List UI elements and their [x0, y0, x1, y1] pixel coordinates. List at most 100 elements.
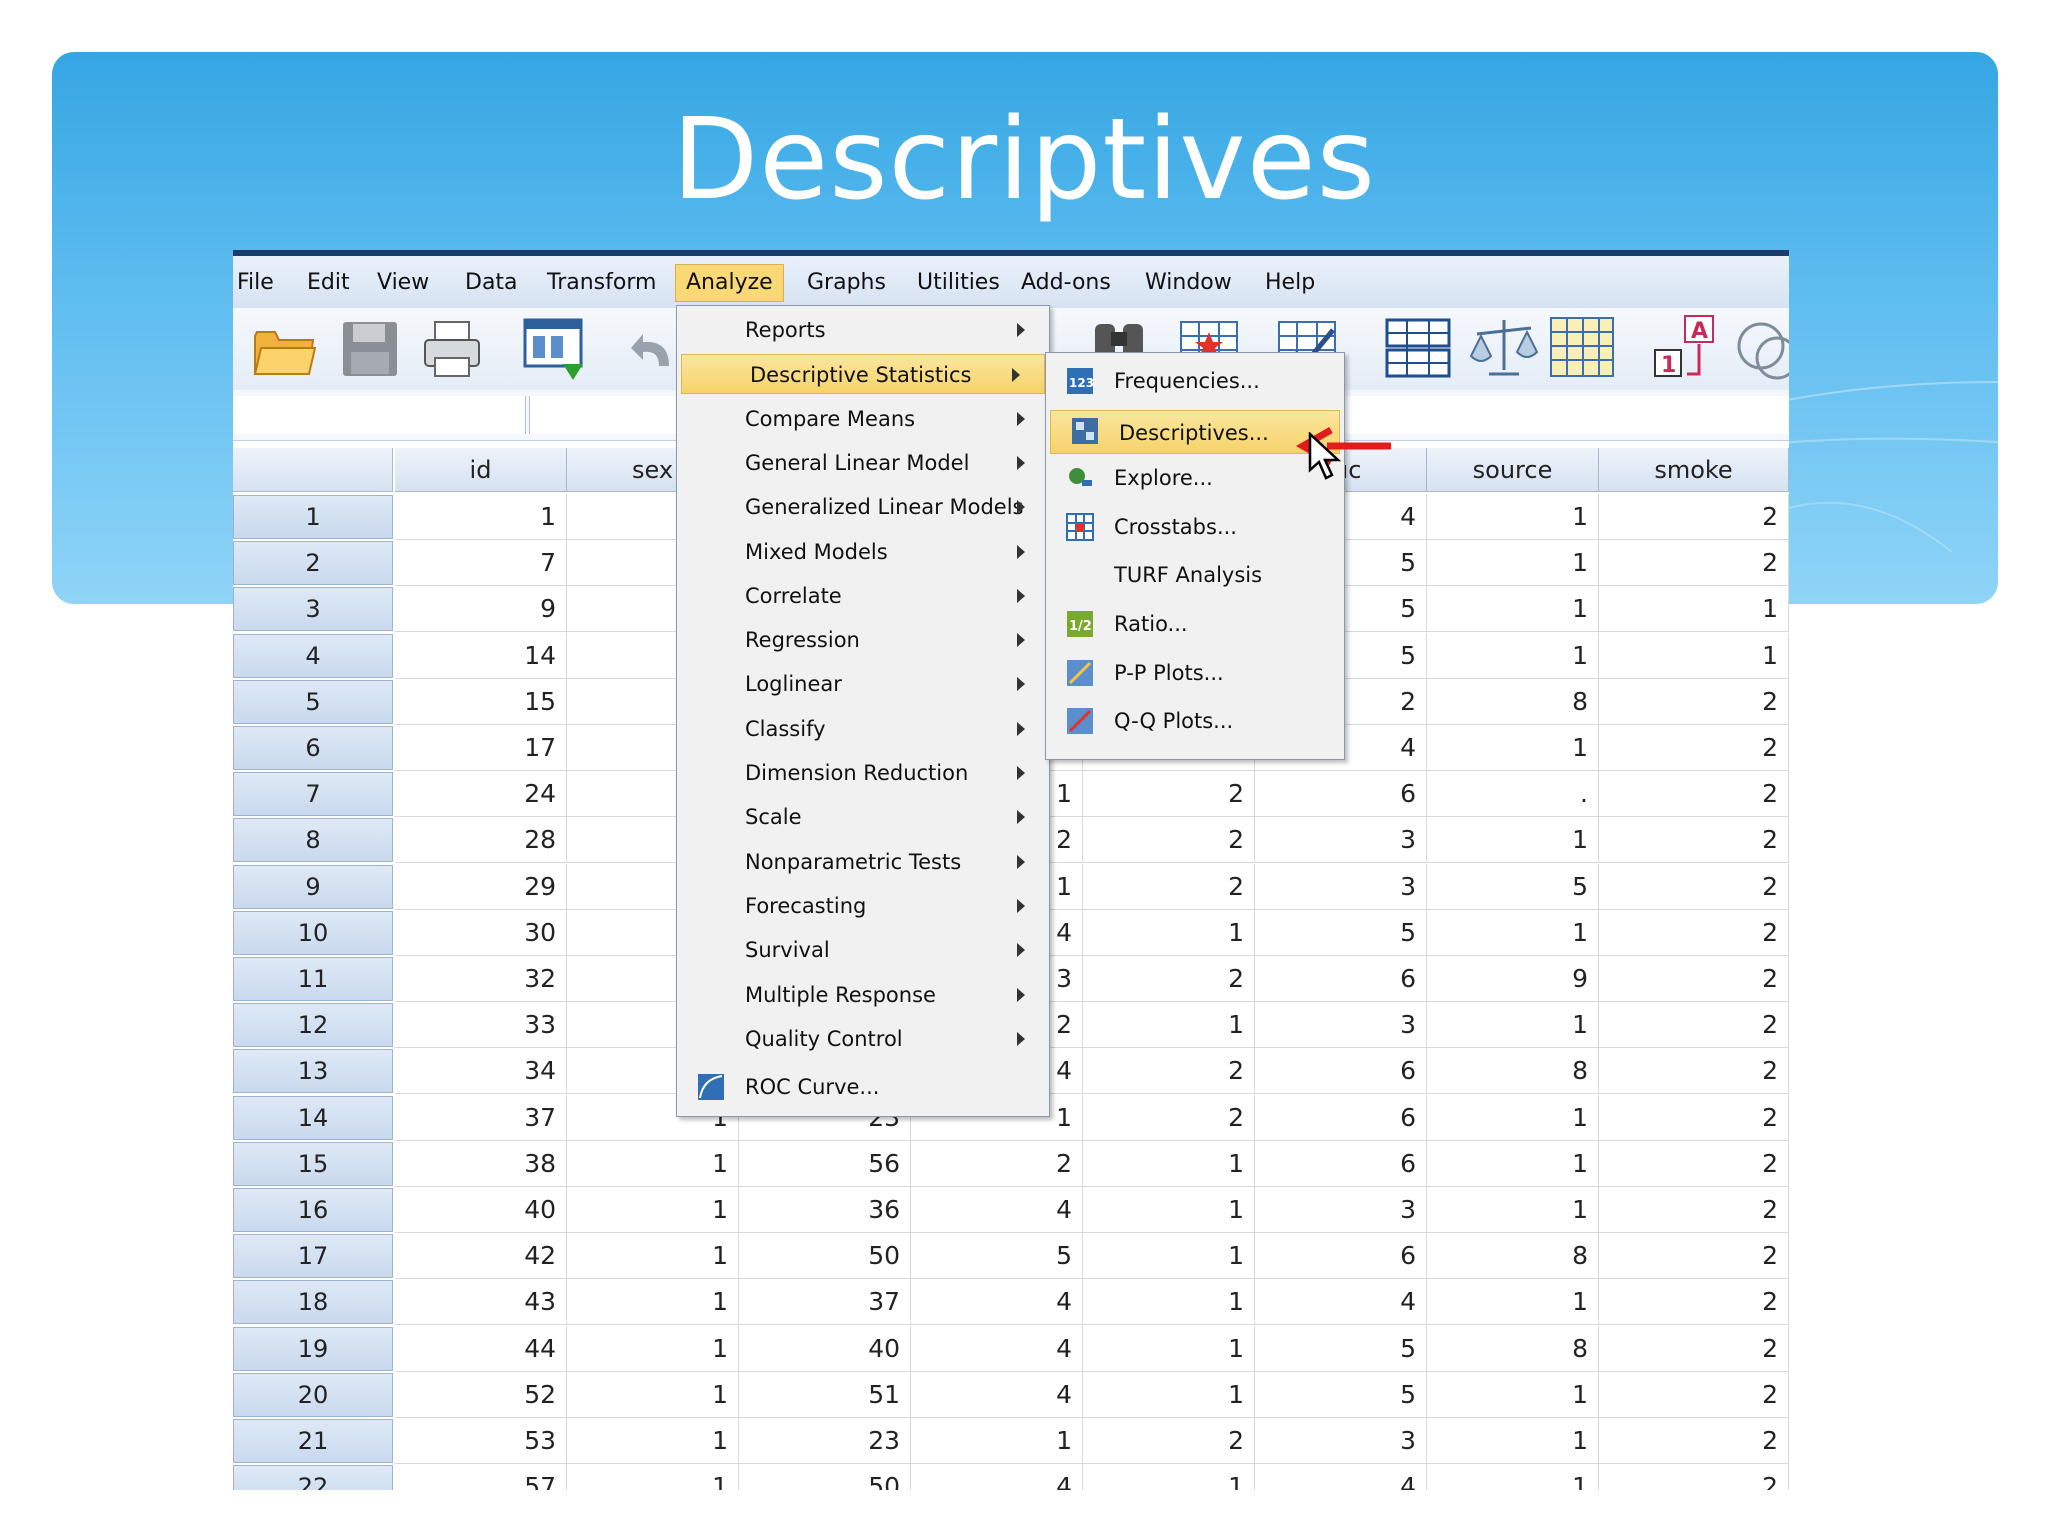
grid-cell-c1[interactable]: 1 [567, 1187, 739, 1233]
grid-cell-smoke[interactable]: 2 [1599, 771, 1789, 818]
menu-view[interactable]: View [377, 268, 429, 298]
grid-cell-source[interactable]: 1 [1427, 817, 1599, 864]
grid-cell-c4[interactable]: 2 [1083, 1048, 1255, 1095]
grid-cell-source[interactable]: 9 [1427, 956, 1599, 1002]
grid-cell-c4[interactable]: 1 [1083, 1325, 1255, 1372]
row-number[interactable]: 3 [233, 587, 393, 632]
menu-help[interactable]: Help [1265, 268, 1315, 298]
analyze-menu-item[interactable]: Generalized Linear Models [677, 487, 1049, 527]
grid-cell-c2[interactable]: 37 [739, 1279, 911, 1326]
grid-cell-source[interactable]: 5 [1427, 863, 1599, 910]
grid-cell-id[interactable]: 32 [395, 956, 567, 1002]
grid-cell-smoke[interactable]: 1 [1599, 586, 1789, 633]
grid-cell-source[interactable]: 1 [1427, 494, 1599, 540]
row-number[interactable]: 13 [233, 1049, 393, 1094]
grid-cell-c1[interactable]: 1 [567, 1140, 739, 1187]
analyze-menu-item[interactable]: Quality Control [677, 1019, 1049, 1059]
grid-cell-c5[interactable]: 6 [1255, 1233, 1427, 1280]
grid-cell-source[interactable]: 1 [1427, 1279, 1599, 1326]
row-number[interactable]: 17 [233, 1234, 393, 1279]
grid-cell-c4[interactable]: 1 [1083, 1187, 1255, 1233]
submenu-item[interactable]: 123 Frequencies... [1046, 361, 1344, 401]
menu-file[interactable]: File [237, 268, 274, 298]
grid-cell-c5[interactable]: 3 [1255, 1418, 1427, 1464]
analyze-menu-item[interactable]: Mixed Models [677, 532, 1049, 572]
grid-cell-c5[interactable]: 4 [1255, 1279, 1427, 1326]
grid-cell-id[interactable]: 43 [395, 1279, 567, 1326]
grid-cell-c4[interactable]: 1 [1083, 1233, 1255, 1280]
menu-addons[interactable]: Add-ons [1021, 268, 1111, 298]
grid-cell-c3[interactable]: 5 [911, 1233, 1083, 1280]
grid-cell-source[interactable]: 1 [1427, 1094, 1599, 1141]
grid-cell-smoke[interactable]: 2 [1599, 1279, 1789, 1326]
grid-cell-c5[interactable]: 3 [1255, 1002, 1427, 1049]
row-number[interactable]: 15 [233, 1141, 393, 1186]
grid-cell-c4[interactable]: 2 [1083, 956, 1255, 1002]
row-number[interactable]: 20 [233, 1372, 393, 1417]
submenu-item[interactable]: P-P Plots... [1046, 653, 1344, 693]
grid-cell-id[interactable]: 14 [395, 632, 567, 679]
analyze-menu-item[interactable]: Descriptive Statistics [681, 354, 1045, 395]
grid-cell-source[interactable]: 1 [1427, 1464, 1599, 1490]
grid-cell-id[interactable]: 28 [395, 817, 567, 864]
grid-cell-c5[interactable]: 5 [1255, 1325, 1427, 1372]
row-number[interactable]: 6 [233, 726, 393, 770]
grid-cell-c1[interactable]: 1 [567, 1279, 739, 1326]
analyze-menu-item[interactable]: Correlate [677, 576, 1049, 616]
grid-cell-c4[interactable]: 2 [1083, 1094, 1255, 1141]
menu-graphs[interactable]: Graphs [807, 268, 886, 298]
grid-cell-c1[interactable]: 1 [567, 1418, 739, 1464]
split-file-icon[interactable] [1385, 318, 1451, 380]
grid-cell-smoke[interactable]: 2 [1599, 1094, 1789, 1141]
analyze-menu-item[interactable]: Dimension Reduction [677, 753, 1049, 793]
submenu-item[interactable]: Crosstabs... [1046, 507, 1344, 547]
grid-cell-c2[interactable]: 50 [739, 1233, 911, 1280]
grid-cell-smoke[interactable]: 2 [1599, 1002, 1789, 1049]
column-header-source[interactable]: source [1427, 448, 1599, 492]
row-number[interactable]: 10 [233, 910, 393, 955]
weight-cases-icon[interactable] [1469, 314, 1539, 382]
grid-cell-c4[interactable]: 1 [1083, 1279, 1255, 1326]
grid-cell-c3[interactable]: 4 [911, 1187, 1083, 1233]
submenu-item[interactable]: TURF Analysis [1046, 555, 1344, 595]
use-sets-icon[interactable] [1733, 318, 1789, 380]
analyze-menu-item[interactable]: Classify [677, 709, 1049, 749]
grid-cell-c1[interactable]: 1 [567, 1371, 739, 1418]
grid-cell-source[interactable]: 8 [1427, 1325, 1599, 1372]
open-folder-icon[interactable] [251, 318, 317, 380]
grid-cell-source[interactable]: 8 [1427, 1233, 1599, 1280]
cell-reference-field[interactable] [233, 396, 526, 434]
grid-cell-c2[interactable]: 40 [739, 1325, 911, 1372]
submenu-item[interactable]: 1/2 Ratio... [1046, 604, 1344, 644]
row-number[interactable]: 7 [233, 772, 393, 817]
row-number[interactable]: 18 [233, 1280, 393, 1325]
grid-cell-id[interactable]: 9 [395, 586, 567, 633]
menu-analyze[interactable]: Analyze [675, 264, 784, 302]
grid-cell-id[interactable]: 52 [395, 1371, 567, 1418]
row-number[interactable]: 8 [233, 818, 393, 863]
grid-cell-c1[interactable]: 1 [567, 1325, 739, 1372]
menu-transform[interactable]: Transform [547, 268, 656, 298]
menu-utilities[interactable]: Utilities [917, 268, 1000, 298]
grid-cell-c4[interactable]: 1 [1083, 1140, 1255, 1187]
recall-dialog-icon[interactable] [523, 318, 589, 384]
analyze-menu-item[interactable]: Loglinear [677, 664, 1049, 704]
grid-cell-c2[interactable]: 36 [739, 1187, 911, 1233]
grid-cell-source[interactable]: 1 [1427, 1371, 1599, 1418]
analyze-menu-item[interactable]: Multiple Response [677, 975, 1049, 1015]
grid-cell-id[interactable]: 17 [395, 725, 567, 771]
grid-cell-c4[interactable]: 1 [1083, 1464, 1255, 1490]
grid-cell-c2[interactable]: 56 [739, 1140, 911, 1187]
row-number[interactable]: 1 [233, 495, 393, 539]
grid-cell-smoke[interactable]: 2 [1599, 956, 1789, 1002]
grid-cell-smoke[interactable]: 2 [1599, 678, 1789, 725]
grid-cell-source[interactable]: 1 [1427, 586, 1599, 633]
grid-cell-source[interactable]: 8 [1427, 1048, 1599, 1095]
grid-cell-id[interactable]: 57 [395, 1464, 567, 1490]
grid-cell-smoke[interactable]: 2 [1599, 494, 1789, 540]
grid-cell-c4[interactable]: 2 [1083, 863, 1255, 910]
grid-cell-c4[interactable]: 2 [1083, 817, 1255, 864]
analyze-menu-item[interactable]: Survival [677, 930, 1049, 970]
grid-cell-c4[interactable]: 2 [1083, 1418, 1255, 1464]
menu-data[interactable]: Data [465, 268, 518, 298]
